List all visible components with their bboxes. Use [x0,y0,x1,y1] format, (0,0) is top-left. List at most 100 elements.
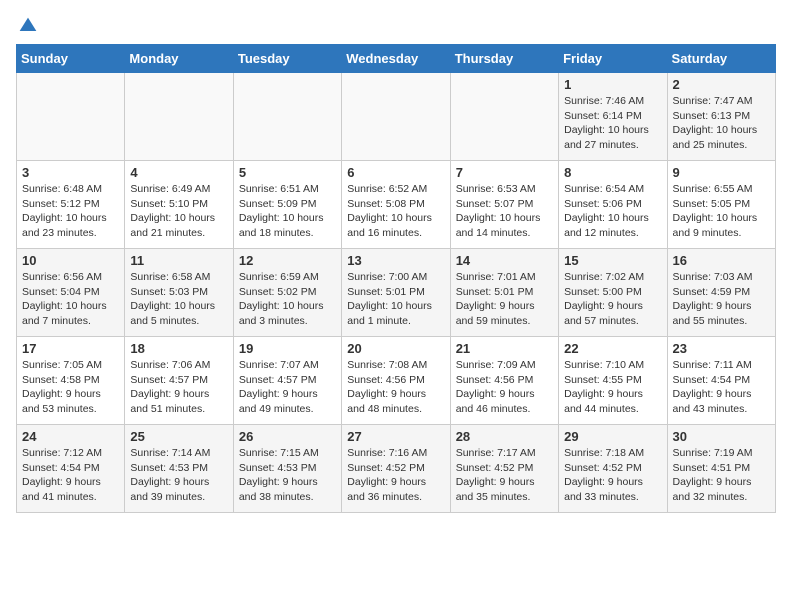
calendar-cell [233,73,341,161]
calendar-cell: 25Sunrise: 7:14 AMSunset: 4:53 PMDayligh… [125,425,233,513]
calendar-cell: 14Sunrise: 7:01 AMSunset: 5:01 PMDayligh… [450,249,558,337]
day-number: 6 [347,165,444,180]
calendar-week-row: 17 Sunrise: 7:05 AMSunset: 4:58 PMDayligh… [17,337,776,425]
cell-info: Sunrise: 6:52 AMSunset: 5:08 PMDaylight:… [347,182,444,241]
day-number: 5 [239,165,336,180]
day-number: 23 [673,341,770,356]
page-header [16,16,776,36]
cell-info: Sunrise: 7:01 AMSunset: 5:01 PMDaylight:… [456,270,553,329]
calendar-cell: 21 Sunrise: 7:09 AMSunset: 4:56 PMDayligh… [450,337,558,425]
calendar-cell: 24 Sunrise: 7:12 AMSunset: 4:54 PMDayligh… [17,425,125,513]
calendar-cell: 28 Sunrise: 7:17 AMSunset: 4:52 PMDayligh… [450,425,558,513]
cell-info: Sunrise: 6:54 AMSunset: 5:06 PMDaylight:… [564,182,661,241]
cell-info: Sunrise: 6:49 AMSunset: 5:10 PMDaylight:… [130,182,227,241]
weekday-header-saturday: Saturday [667,45,775,73]
day-number: 9 [673,165,770,180]
day-number: 28 [456,429,553,444]
calendar-cell: 8 Sunrise: 6:54 AMSunset: 5:06 PMDaylight… [559,161,667,249]
calendar-table: SundayMondayTuesdayWednesdayThursdayFrid… [16,44,776,513]
day-number: 30 [673,429,770,444]
day-number: 27 [347,429,444,444]
day-number: 8 [564,165,661,180]
cell-info: Sunrise: 7:47 AMSunset: 6:13 PMDaylight:… [673,94,770,153]
cell-info: Sunrise: 7:11 AMSunset: 4:54 PMDaylight:… [673,358,770,417]
calendar-header: SundayMondayTuesdayWednesdayThursdayFrid… [17,45,776,73]
cell-info: Sunrise: 7:03 AMSunset: 4:59 PMDaylight:… [673,270,770,329]
day-number: 7 [456,165,553,180]
calendar-cell: 22 Sunrise: 7:10 AMSunset: 4:55 PMDayligh… [559,337,667,425]
calendar-cell: 30 Sunrise: 7:19 AMSunset: 4:51 PMDayligh… [667,425,775,513]
weekday-header-friday: Friday [559,45,667,73]
calendar-cell: 20 Sunrise: 7:08 AMSunset: 4:56 PMDayligh… [342,337,450,425]
day-number: 4 [130,165,227,180]
calendar-cell: 17 Sunrise: 7:05 AMSunset: 4:58 PMDayligh… [17,337,125,425]
weekday-header-sunday: Sunday [17,45,125,73]
day-number: 22 [564,341,661,356]
calendar-cell: 13 Sunrise: 7:00 AMSunset: 5:01 PMDayligh… [342,249,450,337]
day-number: 3 [22,165,119,180]
calendar-cell: 6 Sunrise: 6:52 AMSunset: 5:08 PMDaylight… [342,161,450,249]
calendar-cell: 5 Sunrise: 6:51 AMSunset: 5:09 PMDaylight… [233,161,341,249]
cell-info: Sunrise: 7:09 AMSunset: 4:56 PMDaylight:… [456,358,553,417]
cell-info: Sunrise: 6:51 AMSunset: 5:09 PMDaylight:… [239,182,336,241]
cell-info: Sunrise: 7:15 AMSunset: 4:53 PMDaylight:… [239,446,336,505]
calendar-cell: 18 Sunrise: 7:06 AMSunset: 4:57 PMDayligh… [125,337,233,425]
calendar-cell: 23 Sunrise: 7:11 AMSunset: 4:54 PMDayligh… [667,337,775,425]
day-number: 26 [239,429,336,444]
cell-info: Sunrise: 7:19 AMSunset: 4:51 PMDaylight:… [673,446,770,505]
calendar-cell [125,73,233,161]
cell-info: Sunrise: 6:55 AMSunset: 5:05 PMDaylight:… [673,182,770,241]
day-number: 1 [564,77,661,92]
cell-info: Sunrise: 7:18 AMSunset: 4:52 PMDaylight:… [564,446,661,505]
cell-info: Sunrise: 7:46 AMSunset: 6:14 PMDaylight:… [564,94,661,153]
calendar-cell: 10 Sunrise: 6:56 AMSunset: 5:04 PMDayligh… [17,249,125,337]
cell-info: Sunrise: 6:59 AMSunset: 5:02 PMDaylight:… [239,270,336,329]
calendar-cell: 11Sunrise: 6:58 AMSunset: 5:03 PMDayligh… [125,249,233,337]
calendar-body: 1 Sunrise: 7:46 AMSunset: 6:14 PMDaylight… [17,73,776,513]
day-number: 18 [130,341,227,356]
logo-icon [18,16,38,36]
calendar-cell: 3 Sunrise: 6:48 AMSunset: 5:12 PMDaylight… [17,161,125,249]
weekday-header-row: SundayMondayTuesdayWednesdayThursdayFrid… [17,45,776,73]
calendar-cell: 1 Sunrise: 7:46 AMSunset: 6:14 PMDaylight… [559,73,667,161]
day-number: 2 [673,77,770,92]
cell-info: Sunrise: 7:17 AMSunset: 4:52 PMDaylight:… [456,446,553,505]
weekday-header-thursday: Thursday [450,45,558,73]
cell-info: Sunrise: 7:08 AMSunset: 4:56 PMDaylight:… [347,358,444,417]
day-number: 21 [456,341,553,356]
calendar-cell [17,73,125,161]
weekday-header-tuesday: Tuesday [233,45,341,73]
calendar-cell: 26 Sunrise: 7:15 AMSunset: 4:53 PMDayligh… [233,425,341,513]
cell-info: Sunrise: 7:10 AMSunset: 4:55 PMDaylight:… [564,358,661,417]
day-number: 11 [130,253,227,268]
day-number: 17 [22,341,119,356]
calendar-cell: 9 Sunrise: 6:55 AMSunset: 5:05 PMDaylight… [667,161,775,249]
calendar-cell: 12 Sunrise: 6:59 AMSunset: 5:02 PMDayligh… [233,249,341,337]
calendar-cell: 15 Sunrise: 7:02 AMSunset: 5:00 PMDayligh… [559,249,667,337]
cell-info: Sunrise: 7:12 AMSunset: 4:54 PMDaylight:… [22,446,119,505]
cell-info: Sunrise: 7:02 AMSunset: 5:00 PMDaylight:… [564,270,661,329]
weekday-header-monday: Monday [125,45,233,73]
cell-info: Sunrise: 7:00 AMSunset: 5:01 PMDaylight:… [347,270,444,329]
calendar-week-row: 24 Sunrise: 7:12 AMSunset: 4:54 PMDayligh… [17,425,776,513]
day-number: 25 [130,429,227,444]
cell-info: Sunrise: 7:16 AMSunset: 4:52 PMDaylight:… [347,446,444,505]
calendar-cell: 4 Sunrise: 6:49 AMSunset: 5:10 PMDaylight… [125,161,233,249]
cell-info: Sunrise: 6:48 AMSunset: 5:12 PMDaylight:… [22,182,119,241]
day-number: 13 [347,253,444,268]
calendar-cell [450,73,558,161]
cell-info: Sunrise: 6:56 AMSunset: 5:04 PMDaylight:… [22,270,119,329]
day-number: 19 [239,341,336,356]
cell-info: Sunrise: 7:06 AMSunset: 4:57 PMDaylight:… [130,358,227,417]
cell-info: Sunrise: 7:07 AMSunset: 4:57 PMDaylight:… [239,358,336,417]
day-number: 29 [564,429,661,444]
day-number: 24 [22,429,119,444]
calendar-cell: 19 Sunrise: 7:07 AMSunset: 4:57 PMDayligh… [233,337,341,425]
cell-info: Sunrise: 7:05 AMSunset: 4:58 PMDaylight:… [22,358,119,417]
day-number: 20 [347,341,444,356]
calendar-week-row: 10 Sunrise: 6:56 AMSunset: 5:04 PMDayligh… [17,249,776,337]
day-number: 15 [564,253,661,268]
day-number: 12 [239,253,336,268]
day-number: 10 [22,253,119,268]
calendar-cell: 16Sunrise: 7:03 AMSunset: 4:59 PMDayligh… [667,249,775,337]
